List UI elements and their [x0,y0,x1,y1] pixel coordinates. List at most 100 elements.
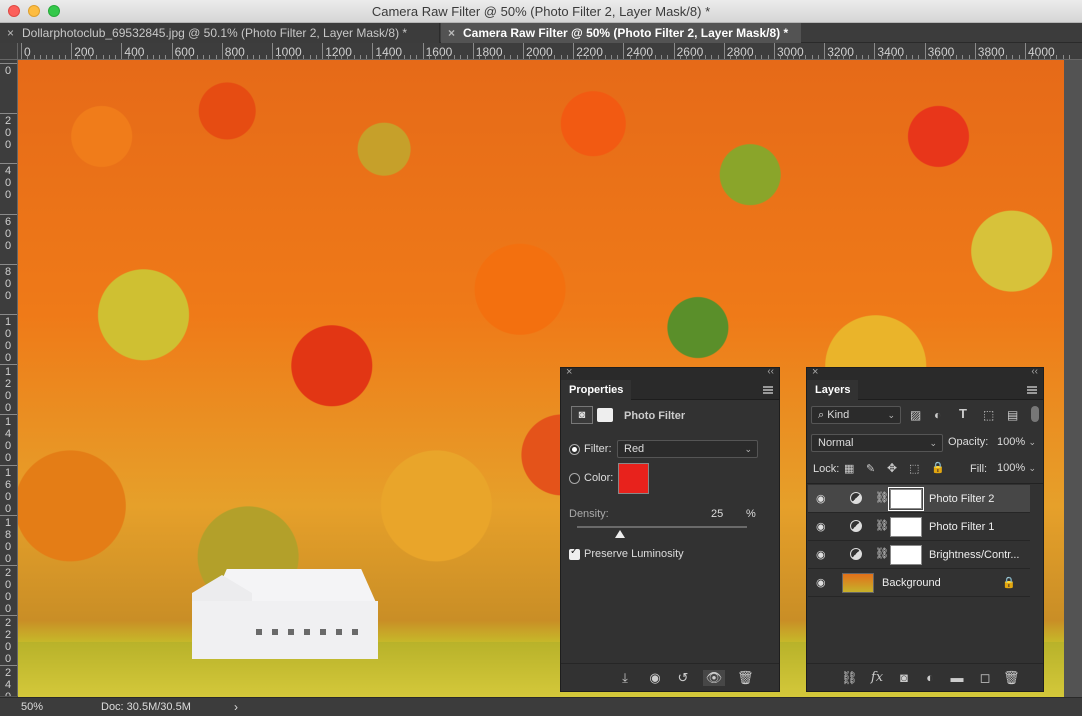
lock-position-icon[interactable]: ✥ [887,461,897,475]
color-radio[interactable] [569,473,580,484]
tab-properties[interactable]: Properties [561,380,632,401]
reset-icon[interactable]: ↺ [675,670,691,686]
filter-shape-icon[interactable]: ⬚ [983,408,994,422]
layer-mask-thumbnail[interactable] [890,517,922,537]
eye-icon[interactable]: ◉ [816,548,826,561]
trash-icon[interactable]: 🗑 [1003,670,1020,686]
clip-to-layer-icon[interactable]: ⤓ [617,670,633,686]
filter-smart-object-icon[interactable]: ▤ [1007,408,1018,422]
kind-filter-select[interactable]: ⌕ Kind ⌄ [811,406,901,424]
ruler-minor-tick [1037,55,1039,59]
view-previous-state-icon[interactable]: ◉ [647,670,663,686]
document-tab-dollarphotoclub[interactable]: × Dollarphotoclub_69532845.jpg @ 50.1% (… [0,23,440,43]
collapse-panel-icon[interactable]: ‹‹ [1031,366,1038,377]
filter-radio[interactable] [569,444,580,455]
ruler-minor-tick [190,55,192,59]
ruler-minor-tick [730,55,732,59]
layer-row-brightness-contrast[interactable]: ◉ ⛓ Brightness/Contr... [808,541,1030,569]
panel-menu-icon[interactable] [1027,386,1037,394]
tab-layers[interactable]: Layers [807,380,859,401]
chain-link-icon[interactable]: ⛓ [875,519,889,532]
ruler-minor-tick [253,55,255,59]
density-slider-thumb[interactable] [614,530,625,538]
add-mask-icon[interactable]: ◙ [896,670,912,686]
filter-toggle-switch[interactable] [1031,406,1039,422]
blend-mode-select[interactable]: Normal ⌄ [811,434,943,452]
ruler-tick [422,43,424,59]
new-layer-icon[interactable]: ◻ [977,670,993,686]
close-tab-icon[interactable]: × [448,23,455,43]
lock-icon[interactable]: 🔒 [1002,576,1016,589]
eye-icon[interactable]: ◉ [816,492,826,505]
layer-row-photo-filter-2[interactable]: ◉ ⛓ Photo Filter 2 [808,485,1030,513]
ruler-minor-tick [598,55,600,59]
lock-image-icon[interactable]: ✎ [866,462,875,475]
panel-menu-icon[interactable] [763,386,773,394]
ruler-label: 1800 [4,516,12,565]
ruler-tick [272,43,273,59]
layer-thumbnail[interactable] [842,573,874,593]
ruler-minor-tick [880,55,882,59]
close-tab-icon[interactable]: × [7,23,14,43]
ruler-tick [874,43,876,59]
adjustment-layer-icon[interactable]: ◐ [922,670,938,686]
adjustment-camera-icon[interactable]: ◙ [571,406,593,424]
filter-pixel-icon[interactable]: ▨ [910,408,921,422]
doc-size[interactable]: Doc: 30.5M/30.5M [101,701,191,713]
layer-row-background[interactable]: ◉ Background 🔒 [808,569,1030,597]
ruler-label: 1400 [4,416,12,465]
folder-icon[interactable]: ▬ [949,670,965,686]
trash-icon[interactable]: 🗑 [737,670,754,686]
status-menu-icon[interactable]: › [234,700,238,714]
ruler-minor-tick [441,55,443,59]
eye-icon[interactable]: ◉ [816,576,826,589]
close-panel-icon[interactable]: × [812,366,818,378]
filter-select[interactable]: Red ⌄ [617,440,758,458]
collapse-panel-icon[interactable]: ‹‹ [767,366,774,377]
fill-field[interactable]: 100% ⌄ [991,460,1041,478]
vertical-ruler[interactable]: 0 200 400 600 800 1000 1200 1400 1600 1800 2000 220… [0,60,18,696]
ruler-minor-tick [711,55,713,59]
chain-link-icon[interactable]: ⛓ [875,547,889,560]
document-tab-camera-raw[interactable]: × Camera Raw Filter @ 50% (Photo Filter … [441,23,801,43]
ruler-minor-tick [184,55,186,59]
eye-icon[interactable]: ◉ [816,520,826,533]
color-swatch[interactable] [618,463,649,494]
ruler-minor-tick [246,55,248,59]
zoom-level[interactable]: 50% [21,701,43,713]
layer-mask-thumbnail[interactable] [890,545,922,565]
filter-type-icon[interactable]: T [959,406,967,421]
ruler-origin[interactable] [0,43,18,60]
density-slider-track[interactable] [577,526,747,528]
lock-transparent-icon[interactable]: ▦ [844,462,854,475]
layer-row-photo-filter-1[interactable]: ◉ ⛓ Photo Filter 1 [808,513,1030,541]
lock-artboard-icon[interactable]: ⬚ [909,462,919,475]
ruler-minor-tick [930,55,932,59]
layer-name[interactable]: Photo Filter 2 [929,493,994,505]
ruler-tick [71,43,73,59]
fx-icon[interactable]: fx [869,670,885,686]
mask-mode-icon[interactable] [597,408,613,422]
barn-window [352,629,358,635]
toggle-visibility-icon[interactable]: 👁 [703,670,725,686]
horizontal-ruler[interactable]: 0 200 400 600 800 1000 1200 1400 1600 1800 2000 220… [18,43,1082,60]
density-value[interactable]: 25 [711,508,723,520]
opacity-field[interactable]: 100% ⌄ [991,434,1041,452]
close-panel-icon[interactable]: × [566,366,572,378]
chain-link-icon[interactable]: ⛓ [875,491,889,504]
ruler-minor-tick [554,55,556,59]
layer-name[interactable]: Brightness/Contr... [929,549,1020,561]
ruler-minor-tick [999,55,1001,59]
layer-name[interactable]: Background [882,577,941,589]
vertical-scrollbar[interactable] [1064,60,1082,697]
layer-name[interactable]: Photo Filter 1 [929,521,994,533]
ruler-tick [0,414,17,416]
link-layers-icon[interactable]: ⛓ [841,670,858,686]
preserve-luminosity-checkbox[interactable] [569,546,580,560]
ruler-label: 600 [4,215,12,252]
lock-all-icon[interactable]: 🔒 [931,461,945,474]
ruler-label: 2400 [4,667,12,696]
filter-adjustment-icon[interactable]: ◐ [934,408,941,422]
ruler-minor-tick [228,55,230,59]
layer-mask-thumbnail[interactable] [888,487,924,511]
